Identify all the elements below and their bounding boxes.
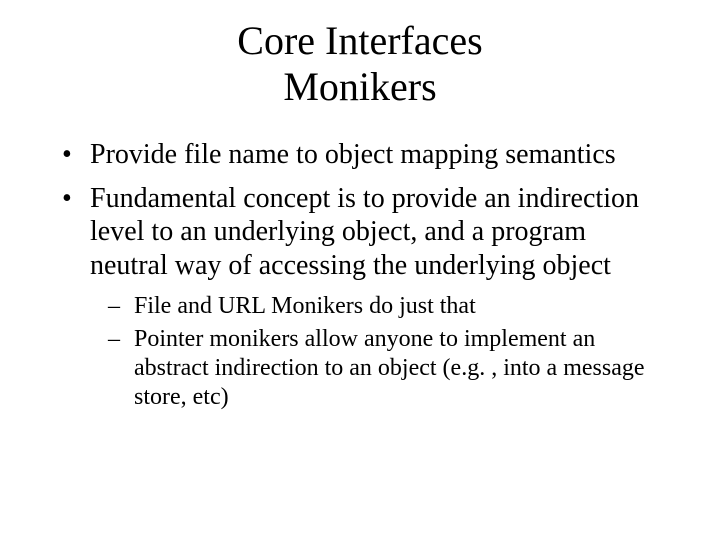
bullet-item: Fundamental concept is to provide an ind…: [86, 182, 670, 412]
sub-bullet-text: Pointer monikers allow anyone to impleme…: [134, 326, 645, 410]
sub-bullet-list: File and URL Monikers do just that Point…: [90, 292, 670, 411]
title-line-1: Core Interfaces: [237, 18, 482, 63]
sub-bullet-item: File and URL Monikers do just that: [130, 292, 670, 321]
sub-bullet-item: Pointer monikers allow anyone to impleme…: [130, 325, 670, 411]
title-line-2: Monikers: [283, 64, 436, 109]
bullet-list: Provide file name to object mapping sema…: [50, 138, 670, 412]
bullet-text: Provide file name to object mapping sema…: [90, 139, 616, 170]
bullet-text: Fundamental concept is to provide an ind…: [90, 183, 639, 281]
slide-title: Core Interfaces Monikers: [50, 18, 670, 110]
slide: Core Interfaces Monikers Provide file na…: [0, 0, 720, 540]
sub-bullet-text: File and URL Monikers do just that: [134, 293, 476, 319]
bullet-item: Provide file name to object mapping sema…: [86, 138, 670, 172]
